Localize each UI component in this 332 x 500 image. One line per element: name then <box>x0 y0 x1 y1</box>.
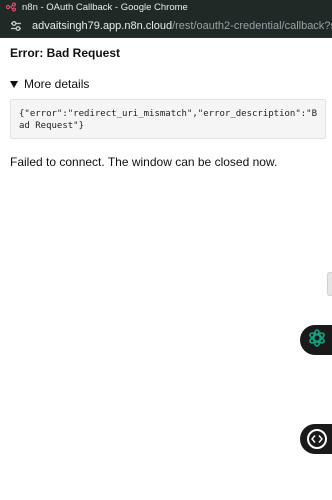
page-content: Error: Bad Request More details {"error"… <box>0 38 332 500</box>
side-panel-handle[interactable] <box>327 272 332 296</box>
url-path: /rest/oauth2-credential/callback?state=U… <box>172 19 332 32</box>
more-details-label: More details <box>24 77 90 91</box>
error-details-code: {"error":"redirect_uri_mismatch","error_… <box>10 99 326 139</box>
more-details-toggle[interactable]: More details <box>10 77 89 91</box>
assistant-button[interactable] <box>300 325 332 355</box>
expand-triangle-icon <box>10 81 18 88</box>
window-titlebar: n8n - OAuth Callback - Google Chrome <box>0 0 332 14</box>
address-bar[interactable]: advaitsingh79.app.n8n.cloud/rest/oauth2-… <box>0 14 332 38</box>
url-host: advaitsingh79.app.n8n.cloud <box>32 19 173 32</box>
tune-icon[interactable] <box>9 19 23 33</box>
failed-message: Failed to connect. The window can be clo… <box>10 155 278 169</box>
url-text[interactable]: advaitsingh79.app.n8n.cloud/rest/oauth2-… <box>32 20 332 32</box>
error-title: Error: Bad Request <box>10 46 121 60</box>
code-viewer-button[interactable] <box>300 424 332 454</box>
window-title: n8n - OAuth Callback - Google Chrome <box>22 1 188 13</box>
n8n-logo-icon <box>6 2 16 12</box>
openai-icon <box>307 328 327 353</box>
code-icon <box>307 429 327 449</box>
